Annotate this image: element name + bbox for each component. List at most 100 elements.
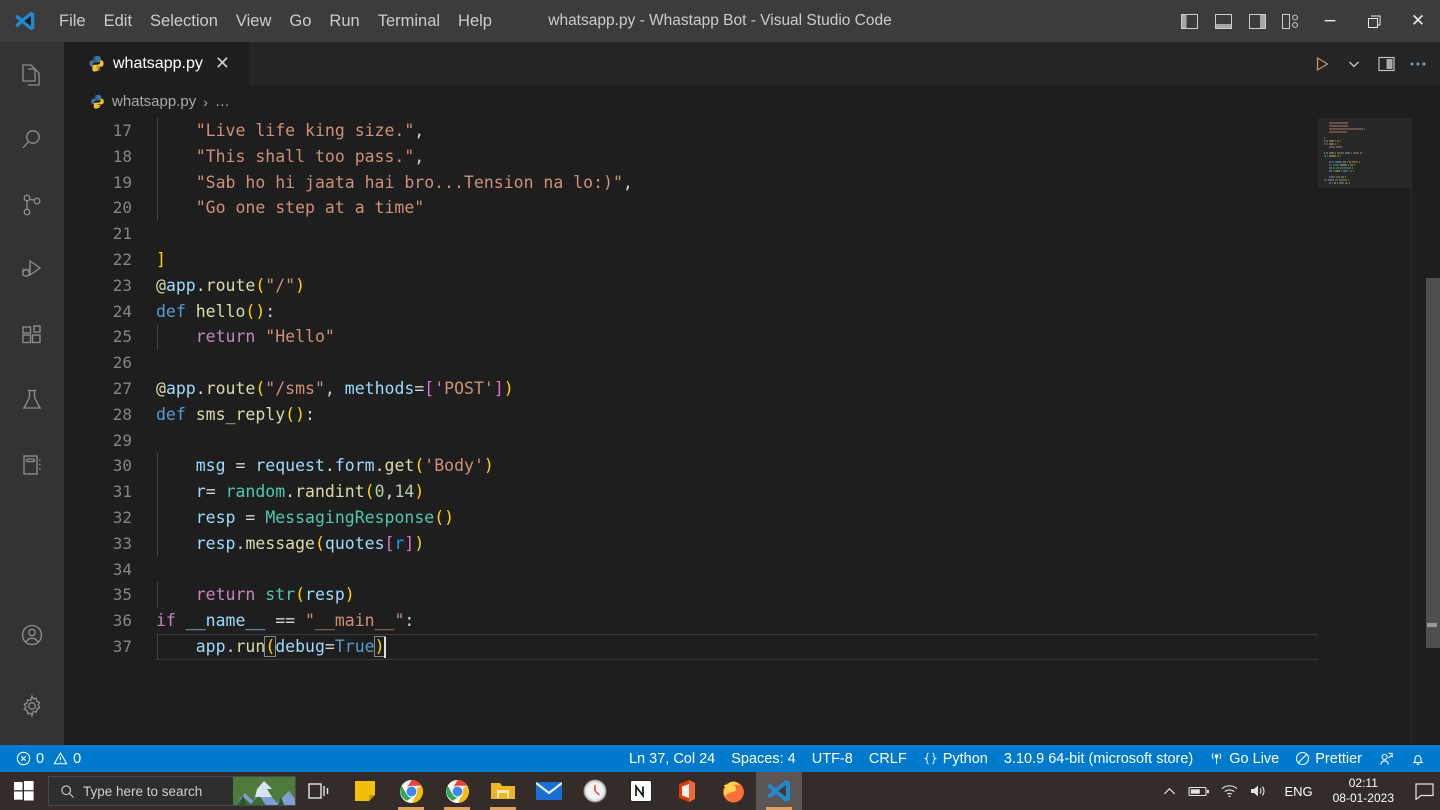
menu-edit[interactable]: Edit xyxy=(95,0,141,42)
menu-bar: File Edit Selection View Go Run Terminal… xyxy=(50,0,501,42)
tray-clock[interactable]: 02:11 08-01-2023 xyxy=(1323,776,1404,806)
code-line[interactable]: 17 "Live life king size.", xyxy=(64,118,1440,144)
sidebar-item-extensions[interactable] xyxy=(0,302,64,367)
system-tray: ENG 02:11 08-01-2023 xyxy=(1154,772,1440,810)
status-notifications[interactable] xyxy=(1402,745,1434,772)
code-line[interactable]: 35 return str(resp) xyxy=(64,582,1440,609)
sidebar-item-notebook[interactable] xyxy=(0,432,64,497)
window-close-button[interactable]: ✕ xyxy=(1396,0,1440,42)
code-line[interactable]: 19 "Sab ho hi jaata hai bro...Tension na… xyxy=(64,169,1440,196)
taskbar-mail[interactable] xyxy=(526,772,572,810)
breadcrumb-file[interactable]: whatsapp.py xyxy=(112,93,196,110)
menu-file[interactable]: File xyxy=(50,0,95,42)
minimap[interactable] xyxy=(1318,118,1412,745)
windows-start-button[interactable] xyxy=(0,772,48,810)
code-token: [ xyxy=(424,378,435,398)
tab-whatsapp-py[interactable]: whatsapp.py ✕ xyxy=(64,42,250,85)
run-python-file-button[interactable] xyxy=(1308,49,1336,79)
code-line[interactable]: 24 def hello(): xyxy=(64,299,1440,325)
tray-network[interactable] xyxy=(1214,772,1244,810)
code-line[interactable]: 36 if __name__ == "__main__": xyxy=(64,608,1440,634)
code-line[interactable]: 26 xyxy=(64,350,1440,376)
sidebar-item-testing[interactable] xyxy=(0,367,64,432)
line-number: 17 xyxy=(112,121,132,140)
window-maximize-button[interactable] xyxy=(1352,0,1396,42)
run-dropdown-button[interactable] xyxy=(1340,49,1368,79)
taskbar-file-explorer[interactable] xyxy=(480,772,526,810)
code-line[interactable]: 29 xyxy=(64,428,1440,454)
taskbar-search-placeholder: Type here to search xyxy=(83,783,203,799)
sidebar-item-explorer[interactable] xyxy=(0,42,64,107)
tray-action-center[interactable] xyxy=(1410,772,1438,810)
toggle-panel-icon[interactable] xyxy=(1206,0,1240,42)
code-line[interactable]: 23 @app.route("/") xyxy=(64,273,1440,299)
tray-language[interactable]: ENG xyxy=(1274,784,1322,799)
status-eol[interactable]: CRLF xyxy=(861,745,915,772)
search-icon xyxy=(61,784,74,798)
taskbar-notion[interactable] xyxy=(618,772,664,810)
code-line[interactable]: 37 app.run(debug=True) xyxy=(64,633,1440,660)
code-line[interactable]: 34 xyxy=(64,557,1440,583)
breadcrumb-rest[interactable]: … xyxy=(215,93,230,110)
code-line[interactable]: 22] xyxy=(64,247,1440,273)
manage-settings-button[interactable] xyxy=(0,667,64,745)
customize-layout-icon[interactable] xyxy=(1274,0,1308,42)
status-cursor-position[interactable]: Ln 37, Col 24 xyxy=(621,745,723,772)
status-indentation[interactable]: Spaces: 4 xyxy=(723,745,804,772)
code-token: ) xyxy=(295,275,306,295)
taskbar-task-view[interactable] xyxy=(296,772,342,810)
more-actions-button[interactable] xyxy=(1404,49,1432,79)
menu-selection[interactable]: Selection xyxy=(141,0,227,42)
tray-volume[interactable] xyxy=(1244,772,1274,810)
code-line[interactable]: 28 def sms_reply(): xyxy=(64,402,1440,428)
sidebar-item-search[interactable] xyxy=(0,107,64,172)
accounts-button[interactable] xyxy=(0,602,64,667)
tray-show-hidden-icons[interactable] xyxy=(1154,772,1184,810)
menu-view[interactable]: View xyxy=(227,0,280,42)
tab-close-icon[interactable]: ✕ xyxy=(215,54,230,73)
menu-terminal[interactable]: Terminal xyxy=(369,0,449,42)
editor-vertical-scrollbar[interactable] xyxy=(1426,118,1440,745)
search-wallpaper-thumbnail xyxy=(233,777,295,805)
taskbar-clock[interactable] xyxy=(572,772,618,810)
taskbar-search-box[interactable]: Type here to search xyxy=(48,776,296,806)
code-line[interactable]: 33 resp.message(quotes[r]) xyxy=(64,530,1440,557)
code-line[interactable]: 25 return "Hello" xyxy=(64,324,1440,351)
taskbar-visual-studio-code[interactable] xyxy=(756,772,802,810)
minimap-line xyxy=(1324,179,1408,181)
sidebar-item-run-and-debug[interactable] xyxy=(0,237,64,302)
code-token: : xyxy=(305,404,315,424)
code-token: route xyxy=(205,378,256,398)
toggle-primary-sidebar-icon[interactable] xyxy=(1172,0,1206,42)
menu-run[interactable]: Run xyxy=(320,0,368,42)
taskbar-chrome-2[interactable] xyxy=(434,772,480,810)
code-token: __name__ xyxy=(185,611,266,631)
status-live-share[interactable] xyxy=(1370,745,1402,772)
status-go-live[interactable]: Go Live xyxy=(1201,745,1287,772)
window-minimize-button[interactable]: − xyxy=(1308,0,1352,42)
menu-go[interactable]: Go xyxy=(280,0,320,42)
tray-battery[interactable] xyxy=(1184,772,1214,810)
taskbar-firefox[interactable] xyxy=(710,772,756,810)
status-prettier[interactable]: Prettier xyxy=(1287,745,1370,772)
status-python-interpreter[interactable]: 3.10.9 64-bit (microsoft store) xyxy=(996,745,1201,772)
code-editor[interactable]: 17 "Live life king size.", 18 "This shall… xyxy=(64,118,1440,745)
code-line[interactable]: 18 "This shall too pass.", xyxy=(64,143,1440,170)
split-editor-button[interactable] xyxy=(1372,49,1400,79)
status-language-mode[interactable]: Python xyxy=(915,745,996,772)
code-line[interactable]: 27 @app.route("/sms", methods=['POST']) xyxy=(64,376,1440,402)
status-problems[interactable]: 0 0 xyxy=(8,745,89,772)
menu-help[interactable]: Help xyxy=(449,0,501,42)
taskbar-office[interactable] xyxy=(664,772,710,810)
code-line[interactable]: 20 "Go one step at a time" xyxy=(64,195,1440,222)
sidebar-item-source-control[interactable] xyxy=(0,172,64,237)
code-line[interactable]: 31 r= random.randint(0,14) xyxy=(64,479,1440,505)
code-line[interactable]: 30 msg = request.form.get('Body') xyxy=(64,453,1440,480)
toggle-secondary-sidebar-icon[interactable] xyxy=(1240,0,1274,42)
taskbar-sticky-notes[interactable] xyxy=(342,772,388,810)
scrollbar-thumb[interactable] xyxy=(1426,278,1440,648)
status-encoding[interactable]: UTF-8 xyxy=(804,745,861,772)
taskbar-chrome-1[interactable] xyxy=(388,772,434,810)
code-line[interactable]: 32 resp = MessagingResponse() xyxy=(64,504,1440,531)
code-line[interactable]: 21 xyxy=(64,221,1440,247)
